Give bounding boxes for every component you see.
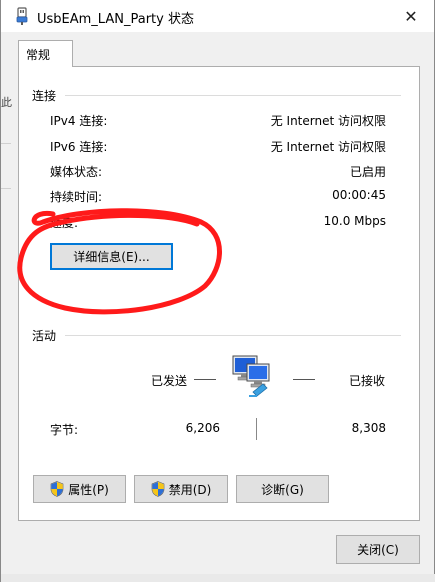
ipv6-label: IPv6 连接: [50, 140, 108, 154]
section-divider [65, 335, 401, 336]
properties-button[interactable]: 属性(P) [33, 475, 126, 503]
window-title: UsbEAm_LAN_Party 状态 [37, 12, 194, 27]
duration-label: 持续时间: [50, 190, 103, 204]
general-panel [18, 66, 420, 521]
properties-button-label: 属性(P) [68, 482, 109, 497]
media-state-value: 已启用 [349, 165, 386, 179]
section-divider [65, 95, 401, 96]
tab-label: 常规 [26, 48, 51, 62]
close-window-button[interactable]: ✕ [388, 0, 434, 32]
close-button-label: 关闭(C) [357, 543, 399, 557]
duration-value: 00:00:45 [332, 188, 386, 202]
bytes-received-value: 8,308 [351, 421, 386, 435]
title-bar[interactable]: UsbEAm_LAN_Party 状态 ✕ [1, 0, 434, 32]
sent-dash [194, 379, 216, 380]
disable-button[interactable]: 禁用(D) [134, 475, 228, 503]
bytes-label: 字节: [50, 423, 79, 437]
details-button[interactable]: 详细信息(E)... [50, 243, 173, 270]
uac-shield-icon [50, 481, 64, 497]
close-icon: ✕ [404, 6, 418, 26]
details-button-label: 详细信息(E)... [73, 250, 150, 264]
ipv6-value: 无 Internet 访问权限 [270, 140, 386, 154]
tab-general[interactable]: 常规 [18, 40, 73, 67]
network-computers-icon [229, 352, 277, 400]
uac-shield-icon [151, 481, 165, 497]
diagnose-button[interactable]: 诊断(G) [236, 475, 329, 503]
background-text-fragment: 此 [1, 96, 12, 109]
background-divider [1, 143, 11, 144]
connection-section-label: 连接 [32, 89, 57, 103]
received-label: 已接收 [349, 374, 386, 388]
disable-button-label: 禁用(D) [168, 482, 212, 497]
background-divider [1, 188, 11, 189]
background-strip [1, 574, 435, 582]
bytes-separator [256, 418, 257, 440]
ipv4-value: 无 Internet 访问权限 [270, 114, 386, 128]
speed-value: 10.0 Mbps [323, 214, 386, 228]
ipv4-label: IPv4 连接: [50, 114, 108, 128]
media-state-label: 媒体状态: [50, 165, 103, 179]
close-button[interactable]: 关闭(C) [336, 535, 420, 564]
bytes-sent-value: 6,206 [185, 421, 220, 435]
speed-label: 速度: [50, 216, 79, 230]
usb-network-icon [15, 7, 29, 25]
status-window: UsbEAm_LAN_Party 状态 ✕ 常规 此 连接 IPv4 连接: 无… [0, 0, 435, 582]
received-dash [293, 379, 315, 380]
diagnose-button-label: 诊断(G) [261, 482, 304, 497]
sent-label: 已发送 [151, 374, 188, 388]
activity-section-label: 活动 [32, 329, 57, 343]
